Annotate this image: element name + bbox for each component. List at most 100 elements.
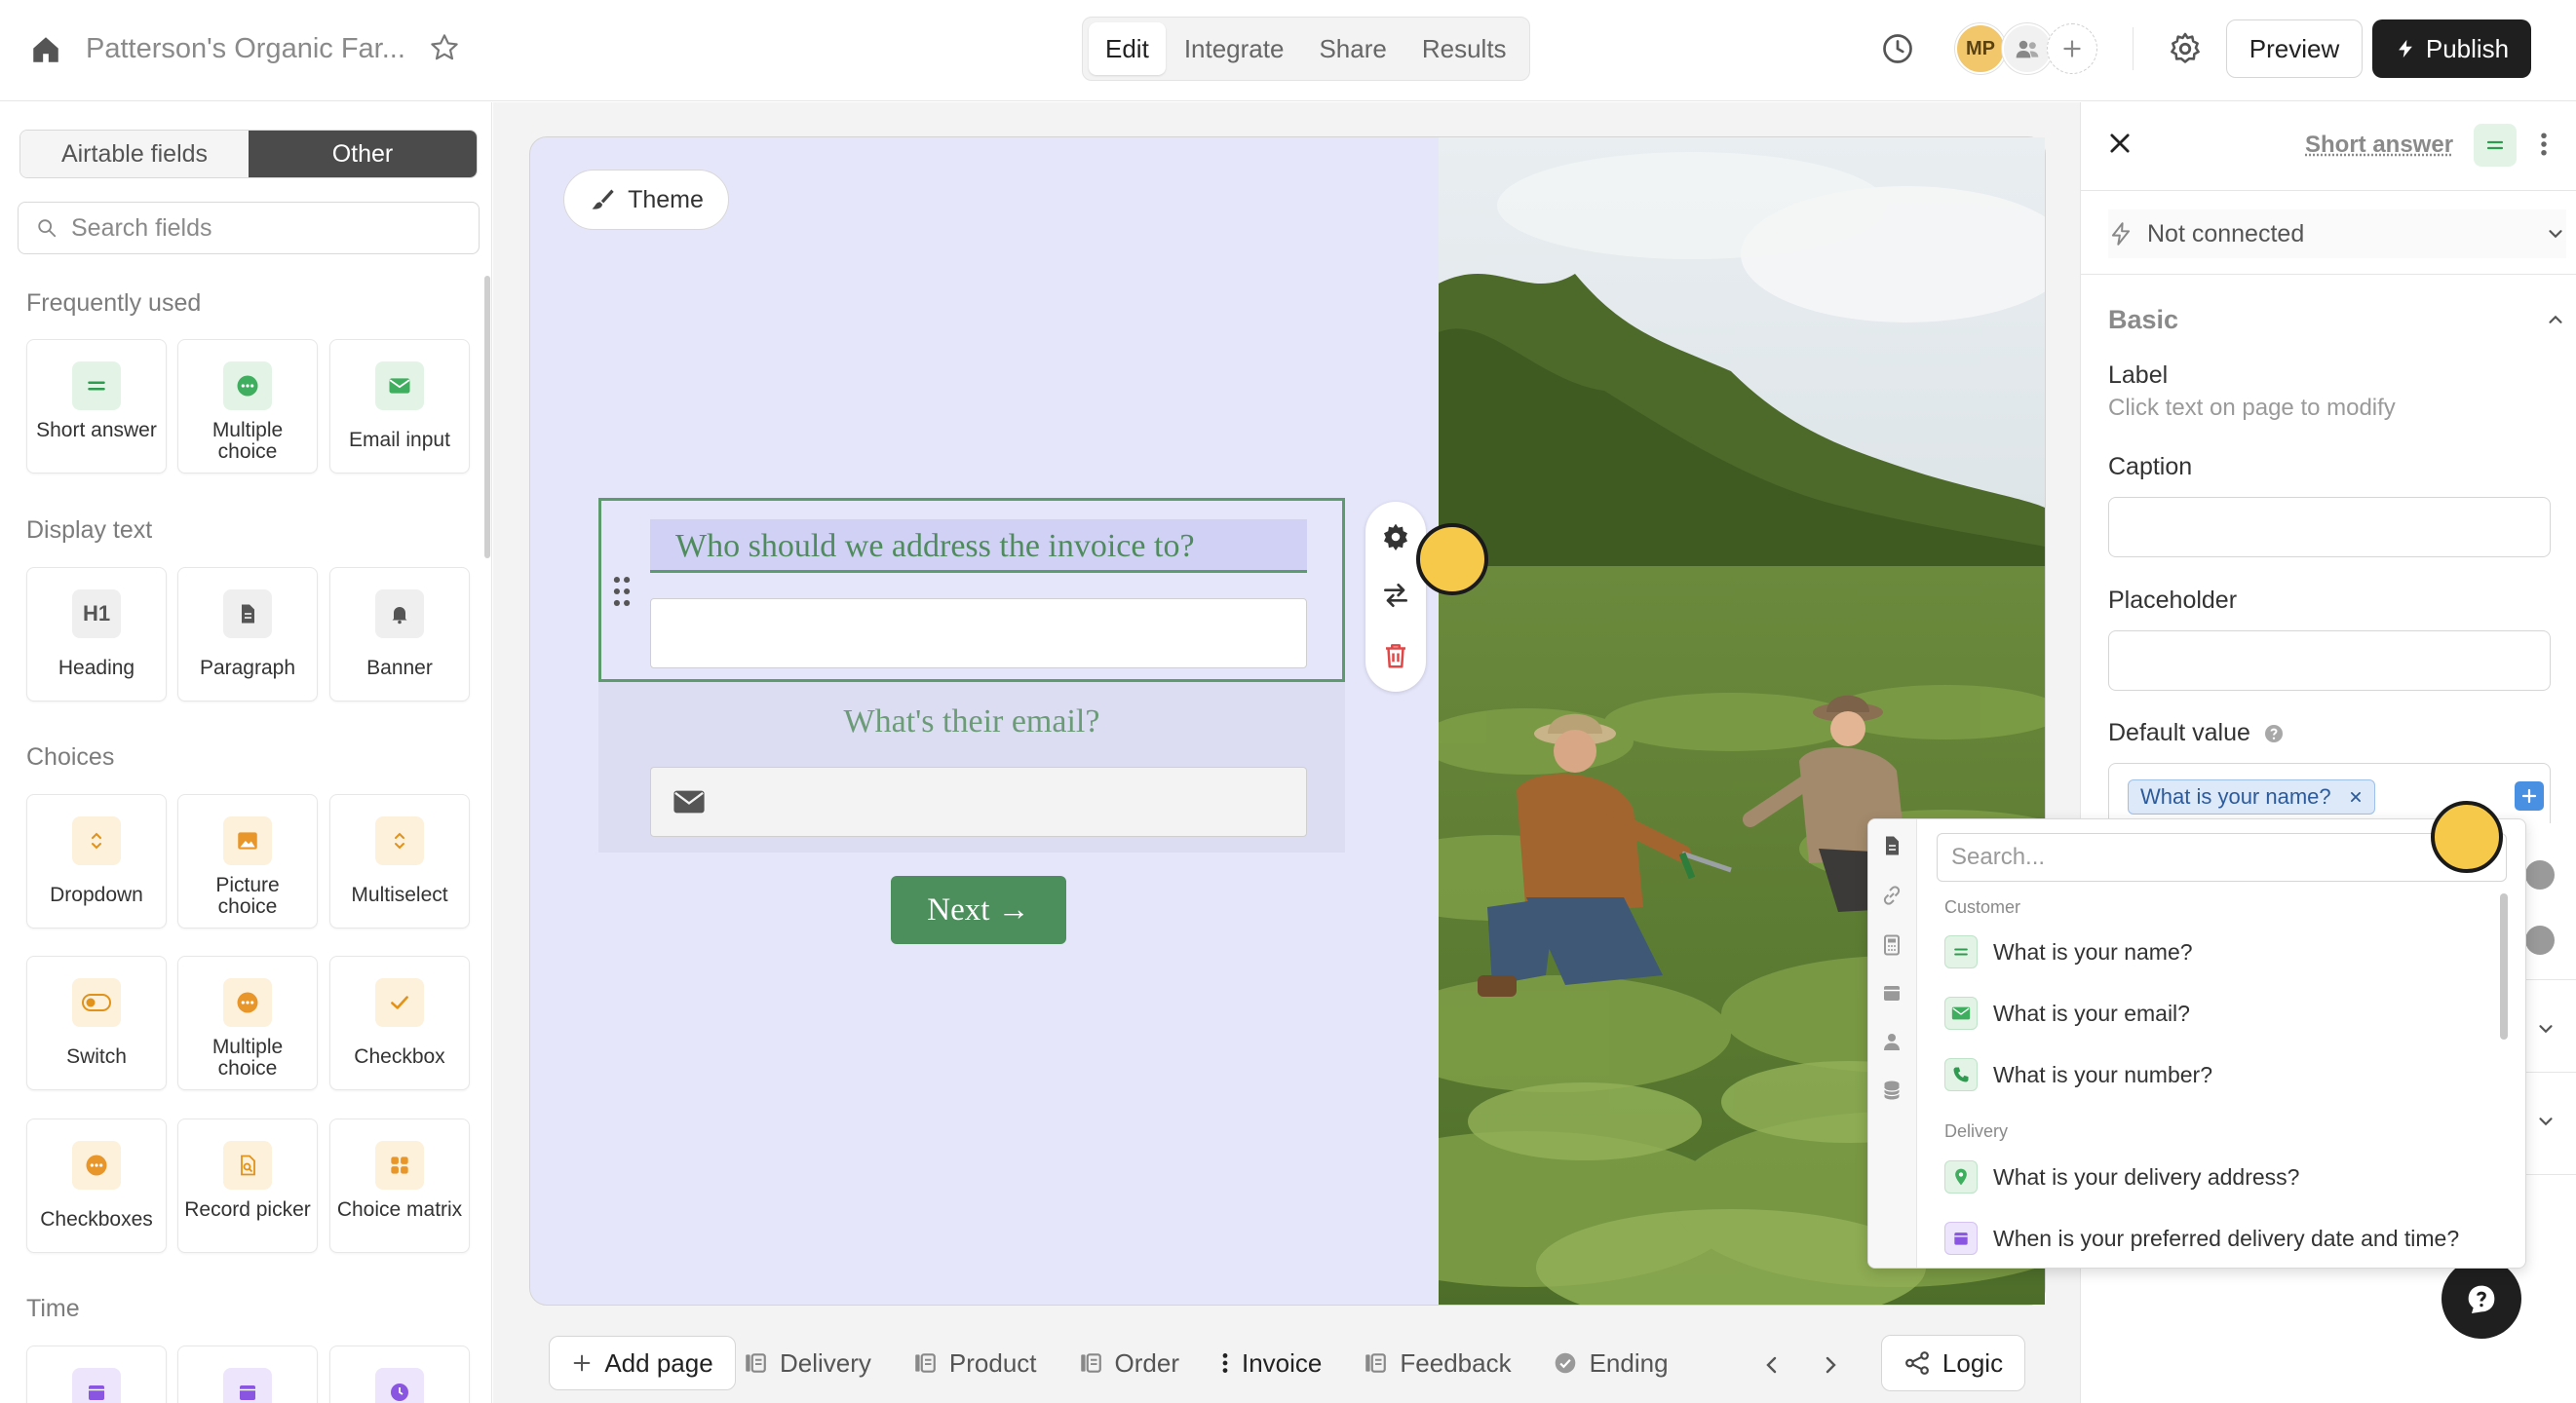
home-icon[interactable]	[29, 33, 62, 66]
gear-icon[interactable]	[2167, 30, 2204, 67]
page-tab-ending[interactable]: Ending	[1553, 1331, 1669, 1395]
popup-scrollbar[interactable]	[2500, 893, 2508, 1040]
avatar-initials: MP	[1966, 37, 1995, 59]
calendar-icon[interactable]	[1880, 981, 1903, 1005]
variable-search-input[interactable]: Search...	[1937, 833, 2507, 882]
connection-selector[interactable]: Not connected	[2108, 209, 2566, 258]
gear-icon[interactable]	[1380, 521, 1411, 552]
toggle-knob[interactable]	[2525, 926, 2555, 955]
drag-handle-icon[interactable]	[611, 575, 633, 608]
field-card-email-input[interactable]: Email input	[329, 339, 470, 474]
page-tab-order[interactable]: Order	[1078, 1331, 1179, 1395]
star-icon[interactable]	[429, 32, 460, 63]
tab-airtable-fields[interactable]: Airtable fields	[20, 131, 249, 177]
left-panel-scrollbar[interactable]	[484, 276, 490, 558]
record-search-icon	[223, 1141, 272, 1190]
search-fields-input[interactable]: Search fields	[18, 202, 480, 254]
swap-icon[interactable]	[1380, 580, 1411, 611]
field-card-multiple-choice[interactable]: Multiple choice	[177, 339, 318, 474]
email-input[interactable]	[650, 767, 1307, 837]
logic-button[interactable]: Logic	[1881, 1335, 2025, 1391]
preview-button[interactable]: Preview	[2226, 19, 2363, 78]
close-icon[interactable]	[2106, 130, 2134, 157]
tab-integrate[interactable]: Integrate	[1168, 22, 1301, 75]
add-collaborator-button[interactable]	[2047, 23, 2097, 74]
chevron-down-icon[interactable]	[2535, 1018, 2557, 1040]
cursor-indicator	[2431, 801, 2503, 873]
document-icon[interactable]	[1880, 833, 1903, 858]
field-card-date-time[interactable]	[177, 1346, 318, 1403]
default-value-chip[interactable]: What is your name?	[2128, 779, 2375, 815]
dots-circle-icon	[72, 1141, 121, 1190]
help-icon[interactable]	[2262, 722, 2286, 745]
field-card-paragraph[interactable]: Paragraph	[177, 567, 318, 702]
variable-item[interactable]: What is your name?	[1944, 922, 2193, 982]
page-icon	[915, 1353, 936, 1373]
placeholder-input[interactable]	[2108, 630, 2551, 691]
publish-label: Publish	[2425, 33, 2510, 63]
calculator-icon[interactable]	[1880, 932, 1903, 958]
toggle-knob[interactable]	[2525, 860, 2555, 890]
history-icon[interactable]	[1880, 31, 1915, 66]
field-card-banner[interactable]: Banner	[329, 567, 470, 702]
caption-input[interactable]	[2108, 497, 2551, 557]
variable-item[interactable]: What is your number?	[1944, 1044, 2212, 1105]
field-card-date[interactable]	[26, 1346, 167, 1403]
variable-item[interactable]: What is your email?	[1944, 983, 2190, 1043]
search-icon	[38, 219, 57, 238]
form-title[interactable]: Patterson's Organic Far...	[86, 33, 405, 65]
collaborators-button[interactable]	[2002, 23, 2053, 74]
variable-item[interactable]: When is your preferred delivery date and…	[1944, 1208, 2459, 1268]
field-card-checkbox[interactable]: Checkbox	[329, 956, 470, 1090]
field-type-selector[interactable]: Short answer	[2305, 132, 2453, 159]
grid-icon	[375, 1141, 424, 1190]
section-title: Display text	[26, 516, 153, 544]
field-card-time[interactable]	[329, 1346, 470, 1403]
question-label-email[interactable]: What's their email?	[598, 703, 1345, 740]
question-label-invoice[interactable]: Who should we address the invoice to?	[650, 519, 1307, 573]
invoice-name-input[interactable]	[650, 598, 1307, 668]
page-tab-product[interactable]: Product	[912, 1331, 1037, 1395]
page-tab-label: Delivery	[780, 1347, 871, 1378]
page-tab-feedback[interactable]: Feedback	[1363, 1331, 1512, 1395]
chevron-right-icon[interactable]	[1819, 1352, 1842, 1378]
kebab-menu-icon[interactable]	[1220, 1350, 1230, 1376]
field-card-dropdown[interactable]: Dropdown	[26, 794, 167, 929]
field-card-record-picker[interactable]: Record picker	[177, 1119, 318, 1253]
page-tab-invoice[interactable]: Invoice	[1220, 1331, 1322, 1395]
tab-edit[interactable]: Edit	[1089, 22, 1166, 75]
add-page-button[interactable]: Add page	[549, 1336, 736, 1390]
chevron-left-icon[interactable]	[1760, 1352, 1784, 1378]
field-card-choice-matrix[interactable]: Choice matrix	[329, 1119, 470, 1253]
user-icon[interactable]	[1880, 1030, 1903, 1053]
tab-other[interactable]: Other	[249, 131, 477, 177]
database-icon[interactable]	[1880, 1079, 1903, 1102]
link-icon[interactable]	[1880, 884, 1903, 907]
close-icon[interactable]	[2349, 790, 2363, 804]
chevron-down-icon[interactable]	[2535, 1111, 2557, 1132]
field-card-multiple-choice-2[interactable]: Multiple choice	[177, 956, 318, 1090]
field-card-checkboxes[interactable]: Checkboxes	[26, 1119, 167, 1253]
help-chat-button[interactable]	[2441, 1259, 2521, 1339]
page-tab-delivery[interactable]: Delivery	[743, 1331, 871, 1395]
tab-share[interactable]: Share	[1302, 22, 1403, 75]
publish-button[interactable]: Publish	[2372, 19, 2531, 78]
avatar[interactable]: MP	[1955, 23, 2006, 74]
field-card-heading[interactable]: H1 Heading	[26, 567, 167, 702]
trash-icon[interactable]	[1381, 640, 1410, 671]
field-card-short-answer[interactable]: Short answer	[26, 339, 167, 474]
insert-variable-button[interactable]	[2515, 781, 2544, 811]
field-card-picture-choice[interactable]: Picture choice	[177, 794, 318, 929]
basic-section-header[interactable]: Basic	[2108, 295, 2566, 344]
mode-tabs: Edit Integrate Share Results	[1082, 17, 1530, 81]
field-card-switch[interactable]: Switch	[26, 956, 167, 1090]
theme-button[interactable]: Theme	[563, 170, 729, 230]
variable-item[interactable]: What is your delivery address?	[1944, 1147, 2299, 1207]
field-library-panel: Airtable fields Other Search fields Freq…	[0, 102, 492, 1403]
more-options-icon[interactable]	[2539, 130, 2549, 159]
field-card-multiselect[interactable]: Multiselect	[329, 794, 470, 929]
plus-icon	[573, 1354, 591, 1372]
tab-results[interactable]: Results	[1405, 22, 1523, 75]
next-button[interactable]: Next →	[891, 876, 1066, 944]
logic-label: Logic	[1942, 1347, 2004, 1378]
